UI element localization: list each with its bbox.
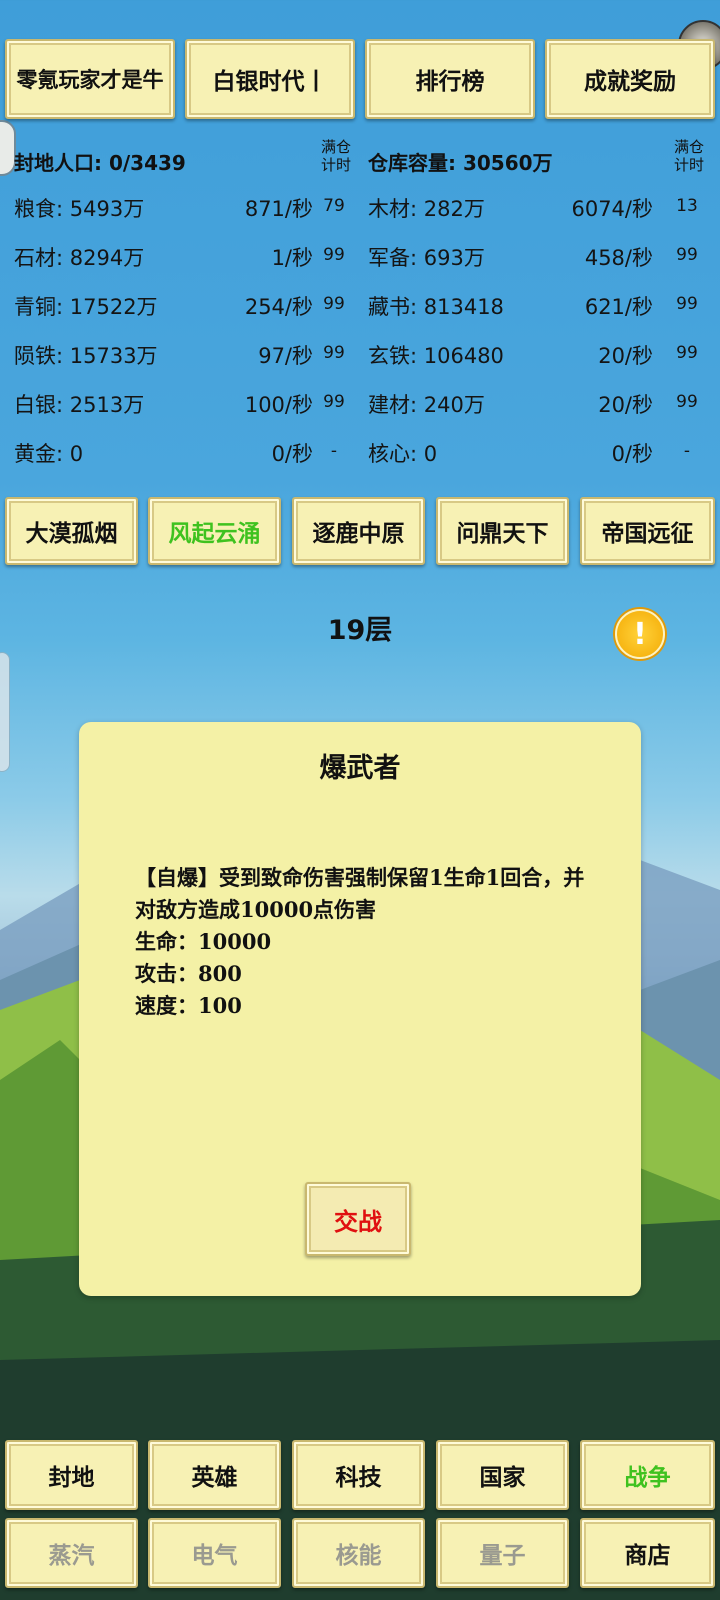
resource-name: 粮食: 5493万: [14, 197, 145, 221]
resource-name: 军备: 693万: [368, 246, 485, 270]
resource-row: 建材: 240万 20/秒 99: [368, 389, 713, 429]
full-timer-header-right: 满仓 计时: [669, 138, 709, 174]
resource-timer: 13: [676, 196, 698, 216]
nav-electric[interactable]: 电气: [148, 1518, 281, 1588]
resource-rate: 458/秒: [584, 246, 653, 270]
resource-rate: 100/秒: [244, 393, 313, 417]
leaderboard-button[interactable]: 排行榜: [365, 39, 535, 119]
nav-nation[interactable]: 国家: [436, 1440, 569, 1510]
resource-timer: -: [330, 441, 338, 461]
resource-name: 白银: 2513万: [14, 393, 145, 417]
resource-rate: 0/秒: [611, 442, 653, 466]
resource-name: 藏书: 813418: [368, 295, 504, 319]
nav-heroes[interactable]: 英雄: [148, 1440, 281, 1510]
resource-timer: 79: [323, 196, 345, 216]
enemy-speed: 速度：100: [135, 993, 242, 1018]
resource-rate: 254/秒: [244, 295, 313, 319]
nav-quantum[interactable]: 量子: [436, 1518, 569, 1588]
warning-icon[interactable]: !: [615, 609, 665, 659]
resource-rate: 1/秒: [271, 246, 313, 270]
resource-rate: 20/秒: [598, 344, 653, 368]
resource-timer: 99: [676, 392, 698, 412]
tab-empire-expedition[interactable]: 帝国远征: [580, 497, 715, 565]
enemy-attack: 攻击：800: [135, 961, 242, 986]
resource-timer: 99: [323, 392, 345, 412]
enemy-info-panel: 爆武者 【自爆】受到致命伤害强制保留1生命1回合，并对敌方造成10000点伤害 …: [79, 722, 641, 1296]
resource-timer: 99: [323, 245, 345, 265]
enemy-skill: 【自爆】受到致命伤害强制保留1生命1回合，并对敌方造成10000点伤害: [135, 865, 585, 922]
full-timer-header-left: 满仓 计时: [316, 138, 356, 174]
tab-desert-smoke[interactable]: 大漠孤烟: [5, 497, 138, 565]
nav-steam[interactable]: 蒸汽: [5, 1518, 138, 1588]
timer-header-line2: 计时: [673, 156, 704, 174]
achievement-rewards-button[interactable]: 成就奖励: [545, 39, 715, 119]
resource-row: 粮食: 5493万 871/秒 79: [14, 193, 359, 233]
nav-fief[interactable]: 封地: [5, 1440, 138, 1510]
tab-rising-clouds[interactable]: 风起云涌: [148, 497, 281, 565]
resource-timer: 99: [676, 343, 698, 363]
resource-name: 陨铁: 15733万: [14, 344, 158, 368]
resource-timer: -: [683, 441, 691, 461]
side-drawer-handle[interactable]: [0, 652, 10, 772]
resource-row: 青铜: 17522万 254/秒 99: [14, 291, 359, 331]
resource-name: 核心: 0: [368, 442, 438, 466]
resource-row: 木材: 282万 6074/秒 13: [368, 193, 713, 233]
resource-row: 陨铁: 15733万 97/秒 99: [14, 340, 359, 380]
resource-row: 黄金: 0 0/秒 -: [14, 438, 359, 478]
resource-rate: 0/秒: [271, 442, 313, 466]
resource-timer: 99: [323, 294, 345, 314]
timer-header-line2: 计时: [320, 156, 351, 174]
population-label: 封地人口: 0/3439: [14, 151, 186, 175]
enemy-description: 【自爆】受到致命伤害强制保留1生命1回合，并对敌方造成10000点伤害 生命：1…: [135, 862, 605, 1022]
fight-button[interactable]: 交战: [305, 1182, 411, 1256]
resource-row: 白银: 2513万 100/秒 99: [14, 389, 359, 429]
resource-timer: 99: [676, 245, 698, 265]
timer-header-line1: 满仓: [320, 138, 351, 156]
timer-header-line1: 满仓: [673, 138, 704, 156]
resource-timer: 99: [323, 343, 345, 363]
zero-pay-player-button[interactable]: 零氪玩家才是牛: [5, 39, 175, 119]
resource-timer: 99: [676, 294, 698, 314]
resource-name: 木材: 282万: [368, 197, 485, 221]
resource-name: 玄铁: 106480: [368, 344, 504, 368]
resource-row: 石材: 8294万 1/秒 99: [14, 242, 359, 282]
nav-war[interactable]: 战争: [580, 1440, 715, 1510]
resource-rate: 871/秒: [244, 197, 313, 221]
resource-name: 建材: 240万: [368, 393, 485, 417]
resource-rate: 20/秒: [598, 393, 653, 417]
storage-capacity-label: 仓库容量: 30560万: [368, 151, 553, 175]
resource-row: 军备: 693万 458/秒 99: [368, 242, 713, 282]
resource-row: 玄铁: 106480 20/秒 99: [368, 340, 713, 380]
resource-name: 石材: 8294万: [14, 246, 145, 270]
nav-nuclear[interactable]: 核能: [292, 1518, 425, 1588]
nav-tech[interactable]: 科技: [292, 1440, 425, 1510]
resource-rate: 621/秒: [584, 295, 653, 319]
resource-rate: 97/秒: [258, 344, 313, 368]
resource-row: 核心: 0 0/秒 -: [368, 438, 713, 478]
silver-age-button[interactable]: 白银时代丨: [185, 39, 355, 119]
resource-name: 青铜: 17522万: [14, 295, 158, 319]
floor-level-label: 19层: [327, 615, 393, 646]
resource-name: 黄金: 0: [14, 442, 84, 466]
enemy-hp: 生命：10000: [135, 929, 272, 954]
nav-shop[interactable]: 商店: [580, 1518, 715, 1588]
resource-row: 藏书: 813418 621/秒 99: [368, 291, 713, 331]
tab-contend-world[interactable]: 问鼎天下: [436, 497, 569, 565]
enemy-name: 爆武者: [319, 753, 401, 784]
resource-rate: 6074/秒: [571, 197, 653, 221]
tab-central-plains[interactable]: 逐鹿中原: [292, 497, 425, 565]
